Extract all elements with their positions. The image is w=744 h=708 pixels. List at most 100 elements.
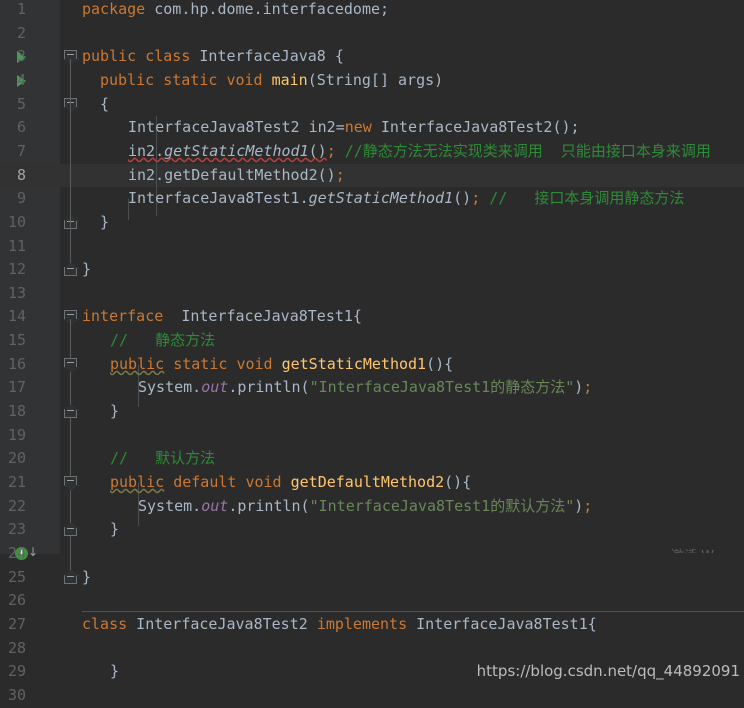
method-separator (82, 610, 744, 612)
close-brace: } (110, 402, 120, 421)
keyword-void: void (245, 473, 282, 491)
semicolon: ; (326, 141, 336, 160)
line-number: 26 (7, 591, 26, 610)
code-line-10[interactable]: } (100, 211, 109, 235)
keyword-interface: interface (82, 307, 164, 326)
fold-marker-interface[interactable] (64, 310, 77, 320)
line-number: 15 (7, 331, 26, 350)
line-number: 29 (7, 662, 26, 681)
fold-marker-static-method-end[interactable] (64, 409, 77, 419)
system-reference: System. (138, 378, 202, 397)
line-number: 16 (7, 354, 26, 373)
code-line-6[interactable]: InterfaceJava8Test2 in2=new InterfaceJav… (128, 116, 580, 140)
line-number: 6 (16, 118, 26, 137)
code-line-29[interactable]: } (110, 660, 119, 684)
code-line-3[interactable]: public class InterfaceJava8 { (82, 45, 344, 69)
implemented-interface: InterfaceJava8Test1{ (407, 614, 597, 633)
open-brace: { (100, 94, 110, 113)
code-line-7[interactable]: in2.getStaticMethod1(); //静态方法无法实现类来调用 只… (128, 140, 711, 164)
code-line-18[interactable]: } (110, 400, 119, 424)
code-line-15[interactable]: // 静态方法 (110, 329, 215, 353)
code-line-1[interactable]: package com.hp.dome.interfacedome; (82, 0, 389, 22)
keyword-void: void (236, 354, 273, 373)
fold-marker-default-method-end[interactable] (64, 527, 77, 537)
method-signature-tail: (){ (444, 473, 472, 491)
line-number: 22 (7, 496, 26, 515)
line-number: 13 (7, 283, 26, 302)
keyword-static: static (163, 70, 218, 89)
fold-marker-class[interactable] (64, 50, 77, 60)
code-line-17[interactable]: System.out.println("InterfaceJava8Test1的… (138, 376, 592, 400)
class-name-declaration: InterfaceJava8Test2 (127, 614, 317, 633)
code-editor[interactable]: I ↓ package com.hp.dome.interfacedome; p… (0, 0, 744, 704)
code-line-25[interactable]: } (82, 566, 91, 590)
method-name-main: main (271, 70, 308, 89)
line-number: 23 (7, 520, 26, 539)
keyword-package: package (82, 0, 146, 18)
keyword-implements: implements (316, 614, 408, 633)
close-brace: } (82, 567, 92, 586)
keyword-public: public (110, 473, 165, 491)
keyword-public: public (110, 354, 165, 373)
keyword-public: public (100, 70, 155, 89)
package-name: com.hp.dome.interfacedome; (145, 0, 390, 18)
field-out: out (201, 378, 229, 397)
line-number: 14 (7, 307, 26, 326)
call-parens: () (308, 141, 327, 160)
code-line-27[interactable]: class InterfaceJava8Test2 implements Int… (82, 613, 597, 637)
line-number: 30 (7, 685, 26, 704)
keyword-default: default (173, 473, 237, 491)
fold-marker-class-end[interactable] (64, 267, 77, 277)
line-number: 25 (7, 567, 26, 586)
keyword-class: class (82, 614, 128, 633)
default-method-call: in2.getDefaultMethod2() (128, 165, 336, 184)
string-literal: "InterfaceJava8Test1的默认方法" (309, 496, 575, 515)
method-name-getDefaultMethod2: getDefaultMethod2 (290, 473, 445, 491)
line-number: 2 (16, 23, 26, 42)
call-parens: () (453, 189, 472, 208)
close-paren: ) (574, 378, 584, 397)
line-number: 27 (7, 614, 26, 633)
code-line-4[interactable]: public static void main(String[] args) (100, 69, 443, 93)
line-number: 4 (16, 70, 26, 89)
line-number: 3 (16, 47, 26, 66)
close-paren: ) (574, 496, 584, 515)
interface-reference: InterfaceJava8Test1. (128, 189, 309, 208)
line-number: 28 (7, 638, 26, 657)
code-line-23[interactable]: } (110, 518, 119, 542)
keyword-static: static (173, 354, 228, 373)
watermark-subtext: 激活 W (671, 545, 714, 553)
gutter-icon-column[interactable] (30, 0, 60, 554)
line-number: 17 (7, 378, 26, 397)
line-number: 9 (16, 189, 26, 208)
line-comment: // 默认方法 (110, 449, 216, 468)
line-comment: // 静态方法 (110, 331, 216, 350)
code-line-22[interactable]: System.out.println("InterfaceJava8Test1的… (138, 495, 592, 519)
main-parameters: (String[] args) (307, 70, 444, 89)
code-line-5[interactable]: { (100, 93, 109, 117)
line-number-current: 8 (16, 165, 26, 184)
code-line-12[interactable]: } (82, 258, 91, 282)
string-literal: "InterfaceJava8Test1的静态方法" (309, 378, 575, 397)
line-number: 7 (16, 141, 26, 160)
line-comment: //静态方法无法实现类来调用 只能由接口本身来调用 (335, 141, 711, 160)
static-method-call: getStaticMethod1 (164, 141, 309, 160)
code-line-9[interactable]: InterfaceJava8Test1.getStaticMethod1(); … (128, 187, 684, 211)
fold-marker-static-method[interactable] (64, 357, 77, 367)
code-line-21[interactable]: public default void getDefaultMethod2(){ (110, 471, 471, 495)
variable-declaration: InterfaceJava8Test2 in2= (128, 118, 345, 137)
fold-marker-default-method[interactable] (64, 476, 77, 485)
code-line-20[interactable]: // 默认方法 (110, 447, 215, 471)
code-folding-column[interactable] (60, 0, 82, 554)
code-line-14[interactable]: interface InterfaceJava8Test1{ (82, 305, 362, 329)
implemented-by-arrow-icon[interactable]: ↓ (28, 546, 38, 559)
semicolon: ; (335, 165, 345, 184)
current-line-highlight (0, 163, 744, 188)
line-number: 20 (7, 449, 26, 468)
keyword-class: class (145, 47, 191, 66)
line-number: 12 (7, 260, 26, 279)
code-line-8[interactable]: in2.getDefaultMethod2(); (128, 164, 345, 188)
fold-marker-interface-end[interactable] (64, 574, 77, 584)
line-number: 18 (7, 402, 26, 421)
code-line-16[interactable]: public static void getStaticMethod1(){ (110, 353, 453, 377)
